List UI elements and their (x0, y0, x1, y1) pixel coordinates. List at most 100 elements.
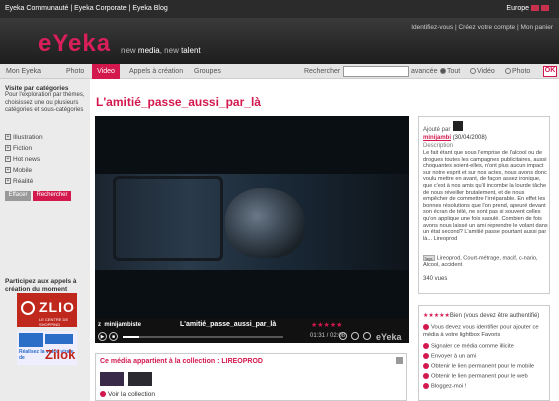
region-label: Europe (506, 5, 529, 12)
nav-groupes[interactable]: Groupes (194, 68, 221, 75)
category-hot-news[interactable]: + Hot news (5, 156, 40, 163)
radio-tout[interactable]: Tout (440, 68, 460, 75)
favoris-message: Vous devez vous identifier pour ajouter … (423, 324, 549, 339)
fullscreen-icon[interactable] (351, 332, 359, 340)
site-logo[interactable]: eYeka (38, 30, 111, 58)
bullet-icon (423, 324, 429, 330)
header: eYeka new media, new talent Identifiez-v… (0, 18, 559, 64)
mail-icon (423, 353, 429, 359)
category-realite[interactable]: + Réalité (5, 178, 33, 185)
video-controls: ▶ ■ 01:31 / 02:08 eYeka (95, 331, 409, 343)
zilok-image-2 (45, 334, 73, 344)
video-figure (225, 188, 305, 258)
rating-text: Bien (vous devez être authentifié) (449, 313, 540, 319)
voir-label: Voir la collection (108, 391, 155, 398)
page-title: L'amitié_passe_aussi_par_là (96, 95, 261, 109)
collection-thumb-1[interactable] (100, 372, 124, 386)
collection-thumb-2[interactable] (128, 372, 152, 386)
nav-video[interactable]: Video (92, 64, 120, 79)
radio-video-label: Vidéo (477, 68, 495, 75)
action-blog[interactable]: Bloggez-moi ! (423, 383, 466, 390)
voir-collection-link[interactable]: Voir la collection (100, 391, 155, 398)
category-fiction[interactable]: + Fiction (5, 145, 32, 152)
search-button[interactable]: Rechercher (33, 191, 71, 201)
clear-button[interactable]: Effacer (5, 191, 31, 201)
user-links[interactable]: Identifiez-vous | Créez votre compte | M… (411, 24, 553, 31)
search-label: Rechercher (304, 68, 341, 75)
video-window-shape (113, 176, 223, 261)
tags-line: Tags Lireoprod, Court-métrage, macif, c-… (423, 255, 549, 269)
link-icon (423, 373, 429, 379)
category-label: Mobile (13, 167, 33, 174)
video-name: L'amitié_passe_aussi_par_là (180, 321, 277, 328)
avatar[interactable] (453, 121, 463, 131)
flag-icon (423, 343, 429, 349)
mobile-icon (423, 363, 429, 369)
tags-icon: Tags (423, 255, 435, 261)
radio-tout-label: Tout (447, 68, 461, 75)
category-label: Réalité (13, 178, 34, 185)
tags-text[interactable]: Lireoprod, Court-métrage, macif, c-nario… (423, 255, 538, 268)
action-label: Obtenir le lien permanent pour le web (431, 373, 528, 380)
search-ok-button[interactable]: OK (543, 66, 557, 77)
radio-icon (505, 68, 511, 75)
main-nav: Mon Eyeka Photo Video Appels à création … (0, 64, 559, 79)
radio-photo-label: Photo (512, 68, 531, 75)
flag-icon (531, 5, 539, 12)
nav-photo[interactable]: Photo (66, 68, 84, 75)
action-label: Envoyer à un ami (431, 353, 477, 360)
action-lien-mobile[interactable]: Obtenir le lien permanent pour le mobile (423, 363, 534, 370)
action-envoyer[interactable]: Envoyer à un ami (423, 353, 476, 360)
tagline-part-1: new (121, 46, 136, 55)
video-user: z minijambiste (98, 322, 142, 328)
action-label: Bloggez-moi ! (431, 383, 467, 390)
video-stars[interactable]: ★★★★★ (311, 321, 342, 329)
collection-title: Ce média appartient à la collection : LI… (100, 358, 263, 365)
category-mobile[interactable]: + Mobile (5, 167, 32, 174)
stop-icon[interactable]: ■ (109, 332, 118, 341)
nav-mon-eyeka[interactable]: Mon Eyeka (6, 68, 41, 75)
blog-icon (423, 383, 429, 389)
radio-video[interactable]: Vidéo (470, 68, 495, 75)
top-links[interactable]: Eyeka Communauté | Eyeka Corporate | Eye… (5, 5, 168, 12)
flag-icon-2 (541, 5, 549, 12)
settings-icon[interactable] (363, 332, 371, 340)
zilok-banner[interactable]: Réalisez la vidéo virale de Zilok (17, 331, 77, 365)
play-icon[interactable]: ▶ (98, 332, 107, 341)
category-illustration[interactable]: + Illustration (5, 134, 43, 141)
progress-bar[interactable] (123, 336, 283, 338)
action-label: Signaler ce média comme illicite (431, 343, 514, 350)
radio-photo[interactable]: Photo (505, 68, 530, 75)
action-signaler[interactable]: Signaler ce média comme illicite (423, 343, 514, 350)
tagline: new media, new talent (121, 46, 201, 55)
volume-icon[interactable] (339, 332, 347, 340)
tagline-part-4: talent (181, 46, 201, 55)
player-brand: eYeka (376, 332, 402, 342)
left-sidebar: Visite par catégories Pour l'exploration… (0, 79, 90, 401)
author-link[interactable]: minijambi (423, 135, 451, 141)
search-input[interactable] (343, 66, 409, 77)
video-player[interactable] (95, 116, 409, 331)
added-by: minijambi (30/04/2008) (423, 135, 487, 141)
advanced-search-link[interactable]: avancée (411, 68, 437, 75)
logo-text: eYeka (38, 30, 112, 57)
actions-box: ★★★★★Bien (vous devez être authentifié) … (418, 305, 550, 401)
collection-box: Ce média appartient à la collection : LI… (95, 353, 407, 401)
top-bar: Eyeka Communauté | Eyeka Corporate | Eye… (0, 0, 559, 18)
rating-stars[interactable]: ★★★★★ (423, 313, 450, 319)
region-selector[interactable]: Europe (506, 5, 549, 12)
radio-icon (470, 68, 476, 75)
nav-appels[interactable]: Appels à création (129, 68, 183, 75)
zlio-logo-text: ZLIO (39, 299, 75, 315)
plus-icon: + (5, 134, 11, 141)
action-lien-web[interactable]: Obtenir le lien permanent pour le web (423, 373, 528, 380)
categories-desc: Pour l'exploration par thèmes, choisisse… (5, 92, 85, 113)
rating[interactable]: ★★★★★Bien (vous devez être authentifié) (423, 312, 539, 319)
zlio-banner[interactable]: ZLIO LE CENTRE DE SHOPPING (17, 293, 77, 327)
category-label: Illustration (13, 134, 43, 141)
category-label: Fiction (13, 145, 33, 152)
description-label: Description (423, 143, 454, 149)
zilok-logo: Zilok (45, 347, 76, 362)
close-icon[interactable] (396, 357, 403, 364)
zlio-logo-icon (21, 301, 35, 315)
